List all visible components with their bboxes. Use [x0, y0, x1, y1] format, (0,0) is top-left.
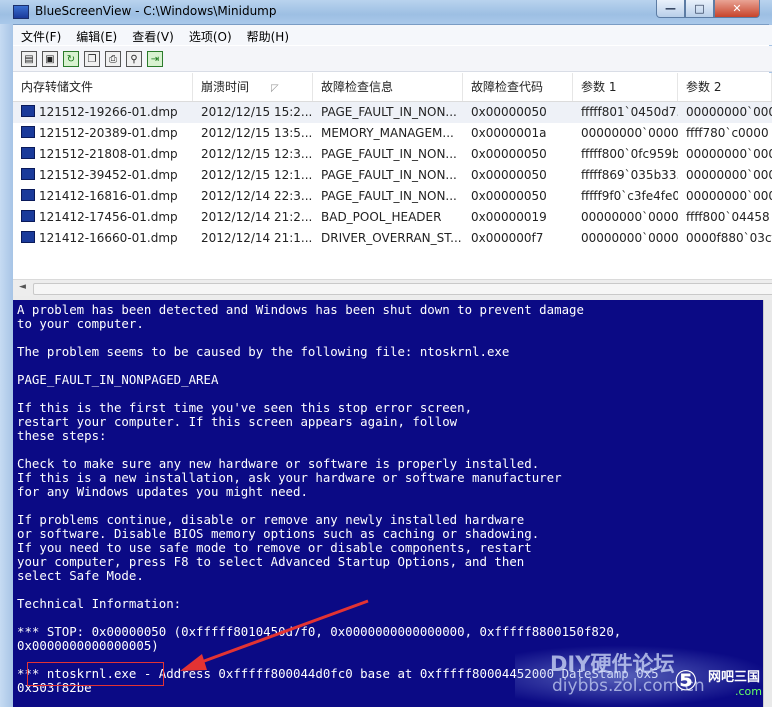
annotation-arrow-icon [180, 599, 369, 671]
